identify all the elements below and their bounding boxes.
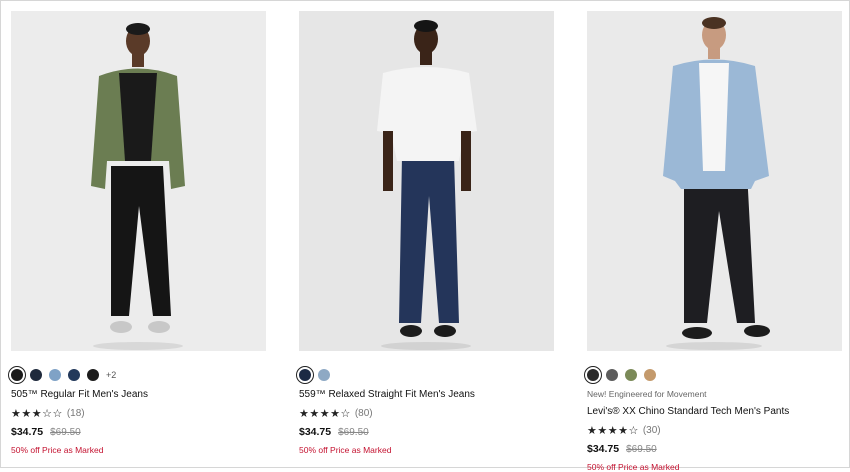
review-count: (18)	[66, 408, 85, 419]
feature-tag: New! Engineered for Movement	[587, 389, 707, 399]
promo-text: 50% off Price as Marked	[587, 462, 680, 472]
product-card[interactable]: +2 505™ Regular Fit Men's Jeans ★★★☆☆ (1…	[8, 11, 266, 455]
color-swatch[interactable]	[68, 369, 80, 381]
review-count: (30)	[642, 425, 661, 436]
color-swatch[interactable]	[584, 366, 602, 384]
price-block: $34.75 $69.50	[11, 426, 266, 438]
color-swatch[interactable]	[49, 369, 61, 381]
promo-text: 50% off Price as Marked	[11, 445, 104, 455]
product-image[interactable]	[11, 11, 266, 351]
product-card[interactable]: New! Engineered for Movement Levi's® XX …	[584, 11, 842, 472]
star-rating-icon: ★★★★☆	[299, 408, 351, 420]
rating[interactable]: ★★★★☆ (30)	[587, 424, 842, 437]
product-name[interactable]: 559™ Relaxed Straight Fit Men's Jeans	[299, 389, 554, 400]
product-name[interactable]: 505™ Regular Fit Men's Jeans	[11, 389, 266, 400]
color-swatch[interactable]	[30, 369, 42, 381]
rating[interactable]: ★★★☆☆ (18)	[11, 407, 266, 420]
product-image[interactable]	[299, 11, 554, 351]
product-image[interactable]	[587, 11, 842, 351]
color-swatch[interactable]	[625, 369, 637, 381]
color-swatch[interactable]	[644, 369, 656, 381]
star-rating-icon: ★★★☆☆	[11, 408, 63, 420]
color-swatch[interactable]	[87, 369, 99, 381]
promo-text: 50% off Price as Marked	[299, 445, 392, 455]
color-swatch[interactable]	[296, 366, 314, 384]
color-swatch[interactable]	[8, 366, 26, 384]
rating[interactable]: ★★★★☆ (80)	[299, 407, 554, 420]
sale-price: $34.75	[11, 426, 44, 438]
more-colors-link[interactable]: +2	[106, 370, 116, 380]
price-block: $34.75 $69.50	[587, 443, 842, 455]
product-grid: +2 505™ Regular Fit Men's Jeans ★★★☆☆ (1…	[0, 0, 850, 472]
color-swatch[interactable]	[318, 369, 330, 381]
price-block: $34.75 $69.50	[299, 426, 554, 438]
star-rating-icon: ★★★★☆	[587, 425, 639, 437]
original-price: $69.50	[626, 444, 657, 455]
review-count: (80)	[354, 408, 373, 419]
product-card[interactable]: 559™ Relaxed Straight Fit Men's Jeans ★★…	[296, 11, 554, 455]
color-swatch[interactable]	[606, 369, 618, 381]
sale-price: $34.75	[299, 426, 332, 438]
sale-price: $34.75	[587, 443, 620, 455]
color-swatches: +2	[8, 366, 266, 384]
original-price: $69.50	[338, 427, 369, 438]
color-swatches	[584, 366, 842, 384]
original-price: $69.50	[50, 427, 81, 438]
color-swatches	[296, 366, 554, 384]
product-name[interactable]: Levi's® XX Chino Standard Tech Men's Pan…	[587, 406, 842, 417]
